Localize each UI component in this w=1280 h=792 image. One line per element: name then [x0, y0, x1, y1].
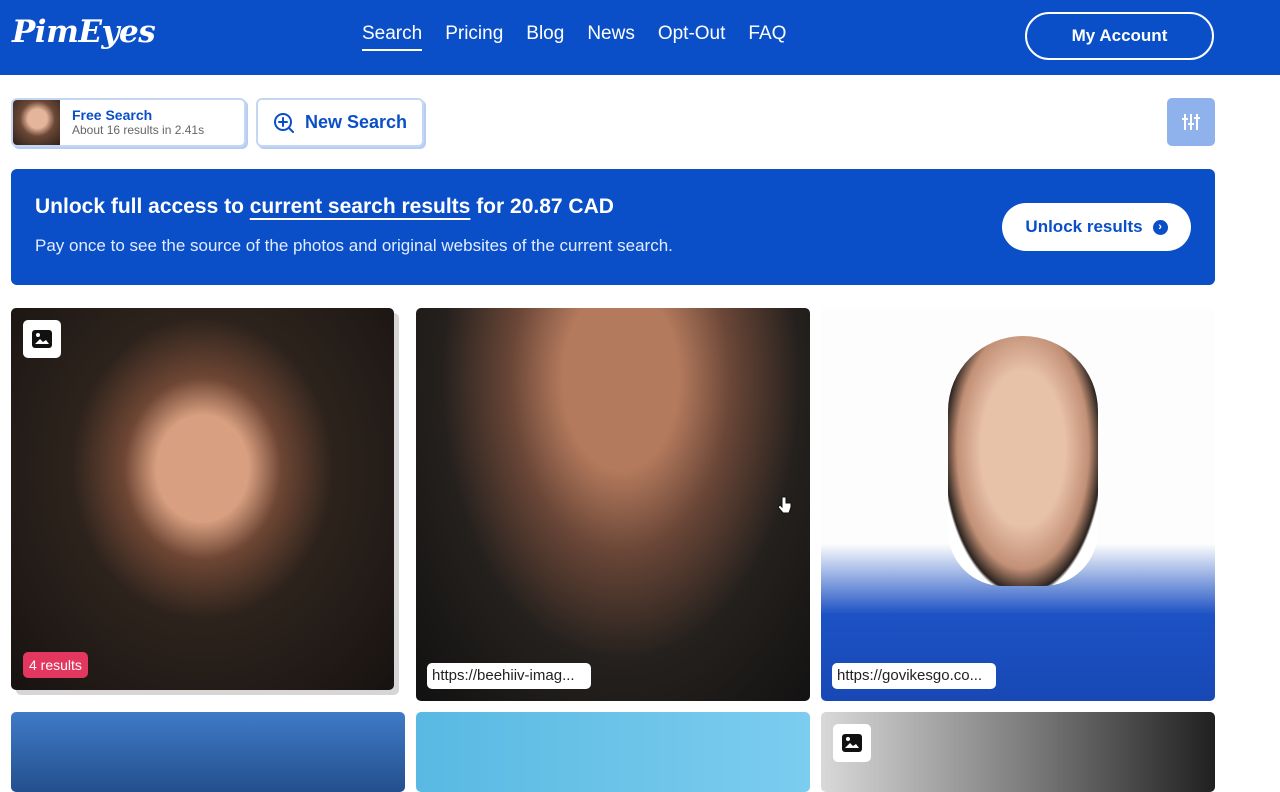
- pimeyes-logo[interactable]: PimEyes: [12, 14, 156, 50]
- my-account-button[interactable]: My Account: [1025, 12, 1214, 60]
- banner-title-prefix: Unlock full access to: [35, 195, 250, 218]
- zoom-in-icon: [273, 112, 294, 133]
- result-card[interactable]: [416, 712, 810, 792]
- result-card[interactable]: https://govikesgo.co...: [821, 308, 1215, 701]
- new-search-label: New Search: [304, 112, 408, 132]
- search-chip-text: Free Search About 16 results in 2.41s: [72, 107, 204, 138]
- unlock-results-label: Unlock results: [1025, 217, 1143, 236]
- search-chip-subtitle: About 16 results in 2.41s: [72, 123, 205, 137]
- result-card[interactable]: [11, 712, 405, 792]
- unlock-banner: Unlock full access to current search res…: [11, 169, 1215, 285]
- search-face-thumbnail: [13, 100, 60, 145]
- sliders-icon: [1182, 114, 1200, 130]
- nav-blog[interactable]: Blog: [526, 22, 564, 51]
- banner-title: Unlock full access to current search res…: [35, 195, 614, 219]
- new-search-button[interactable]: New Search: [256, 98, 424, 147]
- current-search-chip[interactable]: Free Search About 16 results in 2.41s: [11, 98, 246, 147]
- source-url-pill[interactable]: https://govikesgo.co...: [832, 663, 996, 689]
- banner-title-suffix: for 20.87 CAD: [470, 195, 614, 218]
- nav-pricing[interactable]: Pricing: [445, 22, 503, 51]
- result-card[interactable]: 4 results: [11, 308, 394, 690]
- results-count-badge[interactable]: 4 results: [23, 652, 88, 678]
- current-search-results-link[interactable]: current search results: [250, 195, 471, 218]
- banner-subtitle: Pay once to see the source of the photos…: [35, 236, 673, 255]
- search-chip-title: Free Search: [72, 107, 153, 123]
- main-nav: Search Pricing Blog News Opt-Out FAQ: [362, 22, 786, 51]
- top-navigation-bar: PimEyes Search Pricing Blog News Opt-Out…: [0, 0, 1280, 75]
- filter-button[interactable]: [1167, 98, 1215, 146]
- nav-search[interactable]: Search: [362, 22, 423, 51]
- nav-faq[interactable]: FAQ: [748, 22, 786, 51]
- result-card[interactable]: https://beehiiv-imag...: [416, 308, 810, 701]
- source-url-pill[interactable]: https://beehiiv-imag...: [427, 663, 591, 689]
- nav-opt-out[interactable]: Opt-Out: [658, 22, 726, 51]
- pointer-cursor-icon: [778, 496, 792, 514]
- image-icon[interactable]: [833, 724, 871, 762]
- unlock-results-button[interactable]: Unlock results ›: [1002, 203, 1191, 251]
- image-icon[interactable]: [23, 320, 61, 358]
- result-card[interactable]: [821, 712, 1215, 792]
- blurred-face-image: [948, 336, 1098, 586]
- nav-news[interactable]: News: [587, 22, 635, 51]
- arrow-right-icon: ›: [1152, 219, 1168, 235]
